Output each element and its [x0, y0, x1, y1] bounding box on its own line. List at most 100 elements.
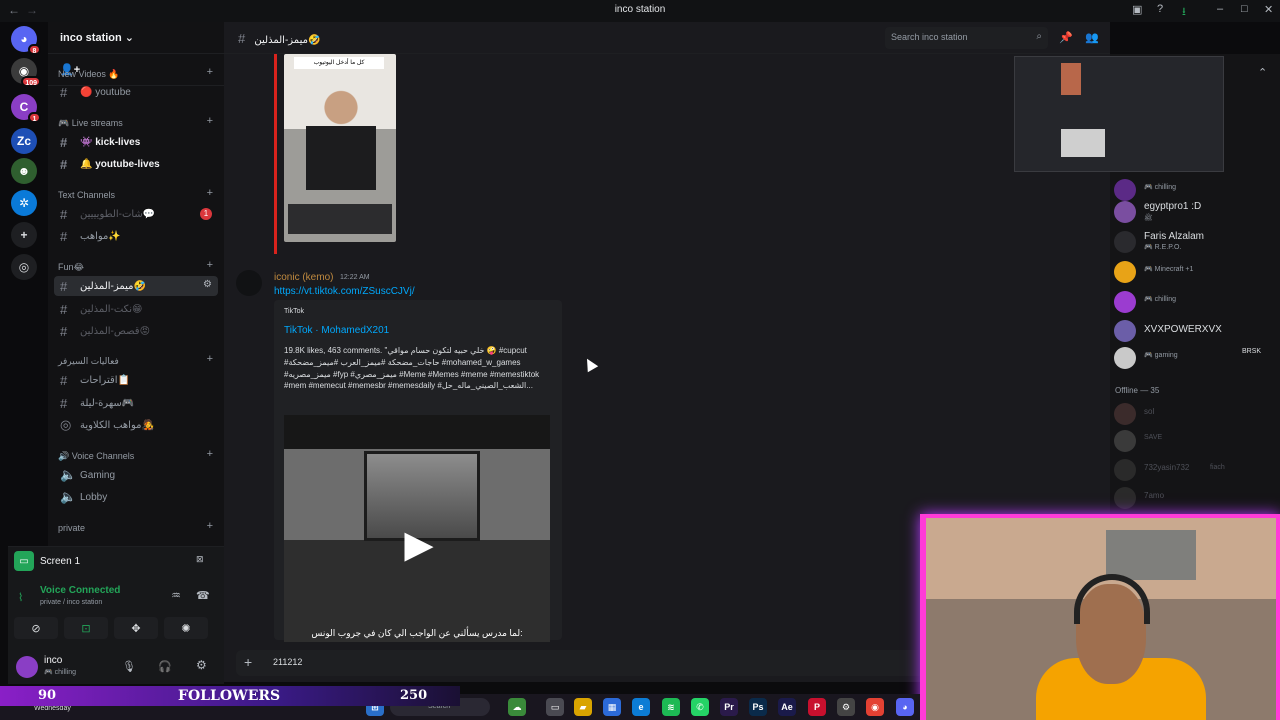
steam-icon[interactable]: ⚙	[837, 698, 855, 716]
member-item[interactable]: egyptpro1 :D ﷺ	[1114, 200, 1278, 224]
server-icon[interactable]: C1	[11, 94, 41, 123]
channel-youtube[interactable]: # 🔴 youtube	[54, 82, 218, 102]
play-icon[interactable]: ▶	[399, 525, 439, 565]
attach-plus-icon[interactable]: +	[244, 654, 252, 670]
add-server-icon[interactable]: +	[11, 222, 37, 248]
voice-channel-gaming[interactable]: 🔈 Gaming	[54, 465, 218, 485]
member-item[interactable]: 🎮 chilling	[1114, 290, 1278, 314]
member-item[interactable]: 🎮 chilling	[1114, 178, 1278, 202]
user-area[interactable]: inco 🎮 chilling 🎙 🎧 ⚙	[12, 652, 222, 682]
embed-video[interactable]: ▶ لما مدرس يسألني عن الواجب الي كان في ج…	[284, 415, 550, 642]
server-header[interactable]: inco station ⌄	[48, 22, 224, 54]
screen-share-preview[interactable]	[1014, 56, 1224, 172]
category-private[interactable]: private	[58, 523, 85, 533]
channel-chat[interactable]: # شات-الطويييين💬 1	[54, 204, 218, 224]
noise-suppression-icon[interactable]: ♒	[171, 589, 181, 602]
photoshop-icon[interactable]: Ps	[749, 698, 767, 716]
member-item[interactable]: sol	[1114, 402, 1278, 426]
search-input[interactable]: Search inco station ⌕	[885, 27, 1048, 49]
server-icon[interactable]: Zc	[11, 128, 37, 154]
member-item[interactable]: 732yasin732 fiach	[1114, 458, 1278, 482]
disconnect-icon[interactable]: ☎	[196, 589, 210, 602]
camera-button[interactable]: ⊘	[14, 617, 58, 639]
member-item[interactable]: 7amo	[1114, 486, 1278, 510]
add-channel-icon[interactable]: +	[207, 448, 213, 460]
channel-talents[interactable]: # مواهب✨	[54, 226, 218, 246]
pin-icon[interactable]: 📌	[1059, 31, 1073, 44]
category-events[interactable]: فعاليات السيرفر	[58, 356, 119, 367]
add-channel-icon[interactable]: +	[207, 353, 213, 365]
download-icon[interactable]: ⭳	[1182, 3, 1186, 22]
discord-taskbar-icon[interactable]: ◕	[896, 698, 914, 716]
avatar[interactable]	[16, 656, 38, 678]
channel-stories[interactable]: # قصص-المذلين😡	[54, 321, 218, 341]
channel-settings-icon[interactable]: ⚙	[203, 279, 212, 290]
server-icon[interactable]: ✲	[11, 190, 37, 216]
server-icon[interactable]: ◉ 109	[11, 58, 41, 87]
category-new-videos[interactable]: New Videos 🔥	[58, 69, 120, 80]
maximize-icon[interactable]: □	[1241, 3, 1248, 15]
channel-talents-2[interactable]: ◎ مواهب الكلاوية🧑‍🎤	[54, 415, 218, 435]
member-item[interactable]: Faris Alzalam 🎮 R.E.P.O.	[1114, 230, 1278, 254]
add-channel-icon[interactable]: +	[207, 115, 213, 127]
voice-channel-lobby[interactable]: 🔈 Lobby	[54, 487, 218, 507]
spotify-icon[interactable]: ≋	[662, 698, 680, 716]
aftereffects-icon[interactable]: Ae	[778, 698, 796, 716]
premiere-icon[interactable]: Pr	[720, 698, 738, 716]
screen-label: Screen 1	[40, 555, 81, 567]
channel-title: # ميمز-المذلين🤣	[238, 31, 321, 46]
widgets-icon[interactable]: ☁	[508, 698, 526, 716]
discover-icon[interactable]: ◎	[11, 254, 37, 280]
member-item[interactable]: 🎮 Minecraft +1	[1114, 260, 1278, 284]
minimize-icon[interactable]: –	[1217, 3, 1223, 15]
activities-button[interactable]: ✥	[114, 617, 158, 639]
category-voice-channels[interactable]: 🔊 Voice Channels	[58, 451, 134, 462]
channel-suggestions[interactable]: # اقتراحات📋	[54, 370, 218, 390]
member-item[interactable]: SAVE	[1114, 429, 1278, 453]
member-item[interactable]: XVXPOWERXVX	[1114, 319, 1278, 343]
server-icon[interactable]: ☻	[11, 158, 37, 184]
avatar[interactable]	[236, 270, 262, 296]
inbox-icon[interactable]: ▣	[1132, 3, 1142, 16]
store-icon[interactable]: ▦	[603, 698, 621, 716]
folder-icon[interactable]: ▰	[574, 698, 592, 716]
user-settings-icon[interactable]: ⚙	[196, 658, 207, 672]
category-fun[interactable]: Fun😂	[58, 262, 84, 273]
whatsapp-icon[interactable]: ✆	[691, 698, 709, 716]
pinterest-icon[interactable]: P	[808, 698, 826, 716]
screen-share-row[interactable]: ▭ Screen 1	[14, 550, 214, 572]
add-channel-icon[interactable]: +	[207, 66, 213, 78]
member-item[interactable]: 🎮 gaming BRSK	[1114, 346, 1278, 370]
member-list-icon[interactable]: 👥	[1085, 31, 1099, 44]
headset-icon[interactable]: 🎧	[158, 660, 172, 673]
chrome-icon[interactable]: ◉	[866, 698, 884, 716]
signal-icon[interactable]: ⌇	[18, 591, 23, 604]
taskview-icon[interactable]: ▭	[546, 698, 564, 716]
voice-location[interactable]: private / inco station	[40, 599, 102, 606]
close-icon[interactable]: ✕	[1264, 3, 1273, 16]
message-link[interactable]: https://vt.tiktok.com/ZSuscCJVj/	[274, 286, 415, 297]
channel-youtube-lives[interactable]: # 🔔 youtube-lives	[54, 154, 218, 174]
message-author[interactable]: iconic (kemo)	[274, 272, 333, 283]
close-stream-icon[interactable]: ⊠	[196, 554, 204, 565]
category-text-channels[interactable]: Text Channels	[58, 190, 115, 200]
discord-home-icon[interactable]: ◕ 8	[11, 26, 41, 55]
category-live-streams[interactable]: 🎮 Live streams	[58, 118, 123, 129]
add-channel-icon[interactable]: +	[207, 520, 213, 532]
soundboard-button[interactable]: ✺	[164, 617, 208, 639]
edge-icon[interactable]: e	[632, 698, 650, 716]
help-icon[interactable]: ?	[1157, 3, 1163, 15]
channel-night[interactable]: # سهرة-ليلة🎮	[54, 393, 218, 413]
avatar	[1114, 459, 1136, 481]
add-channel-icon[interactable]: +	[207, 187, 213, 199]
channel-jokes[interactable]: # نكت-المذلين😁	[54, 299, 218, 319]
add-channel-icon[interactable]: +	[207, 259, 213, 271]
screen-share-button[interactable]: ⊡	[64, 617, 108, 639]
microphone-icon[interactable]: 🎙	[122, 660, 136, 673]
video-thumbnail[interactable]: كل ما أدخل اليوتيوب	[284, 54, 396, 242]
collapse-icon[interactable]: ⌃	[1258, 66, 1267, 79]
channel-kick-lives[interactable]: # 👾 kick-lives	[54, 132, 218, 152]
member-tag: BRSK	[1242, 348, 1262, 355]
embed-title[interactable]: TikTok · MohamedX201	[284, 325, 389, 336]
channel-memes[interactable]: # ميمز-المذلين🤣 ⚙	[54, 276, 218, 296]
